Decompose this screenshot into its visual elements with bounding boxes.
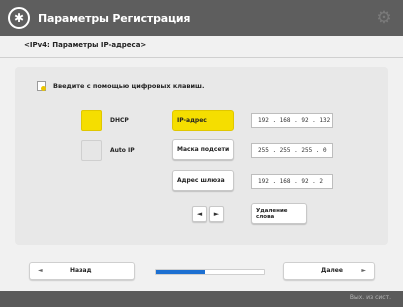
- gateway-address-label: Адрес шлюза: [177, 177, 225, 184]
- instruction: Введите с помощью цифровых клавиш.: [36, 81, 204, 91]
- next-label: Далее: [321, 267, 343, 274]
- backspace-button[interactable]: Удаление слова: [251, 203, 307, 224]
- back-label: Назад: [70, 267, 92, 274]
- progress-fill: [156, 270, 205, 274]
- next-button[interactable]: Далее ►: [283, 262, 375, 280]
- right-arrow-icon: ►: [213, 210, 220, 218]
- next-arrow-icon: ►: [361, 267, 366, 274]
- ip-address-label: IP-адрес: [177, 117, 207, 124]
- back-arrow-icon: ◄: [38, 267, 43, 274]
- gateway-address-button[interactable]: Адрес шлюза: [172, 170, 234, 191]
- logout-status[interactable]: Вых. из сист.: [350, 294, 391, 301]
- dhcp-checkbox[interactable]: [81, 110, 102, 131]
- left-arrow-icon: ◄: [196, 210, 203, 218]
- subnet-mask-label: Маска подсети: [177, 146, 230, 153]
- settings-panel: Введите с помощью цифровых клавиш. DHCP …: [15, 67, 388, 245]
- subnet-mask-field[interactable]: 255 . 255 . 255 . 0: [251, 143, 333, 158]
- settings-registration-icon: ✱: [8, 7, 30, 29]
- dhcp-label: DHCP: [110, 117, 129, 124]
- progress-bar: [155, 269, 265, 275]
- status-bar: Вых. из сист.: [0, 291, 403, 307]
- cursor-right-button[interactable]: ►: [209, 206, 224, 222]
- title-bar: ✱ Параметры Регистрация: [0, 0, 403, 36]
- instruction-text: Введите с помощью цифровых клавиш.: [53, 82, 205, 90]
- gateway-address-field[interactable]: 192 . 168 . 92 . 2: [251, 174, 333, 189]
- gear-icon[interactable]: ⚙: [375, 8, 393, 28]
- auto-ip-checkbox[interactable]: [81, 140, 102, 161]
- subnet-mask-button[interactable]: Маска подсети: [172, 139, 234, 160]
- ip-address-button[interactable]: IP-адрес: [172, 110, 234, 131]
- ip-address-field[interactable]: 192 . 168 . 92 . 132: [251, 113, 333, 128]
- backspace-label: Удаление слова: [256, 207, 288, 220]
- page-title: Параметры Регистрация: [38, 11, 191, 25]
- divider: [0, 57, 403, 58]
- breadcrumb: <IPv4: Параметры IP-адреса>: [24, 41, 147, 49]
- back-button[interactable]: ◄ Назад: [29, 262, 135, 280]
- auto-ip-label: Auto IP: [110, 147, 135, 154]
- cursor-left-button[interactable]: ◄: [192, 206, 207, 222]
- info-icon: [36, 81, 46, 91]
